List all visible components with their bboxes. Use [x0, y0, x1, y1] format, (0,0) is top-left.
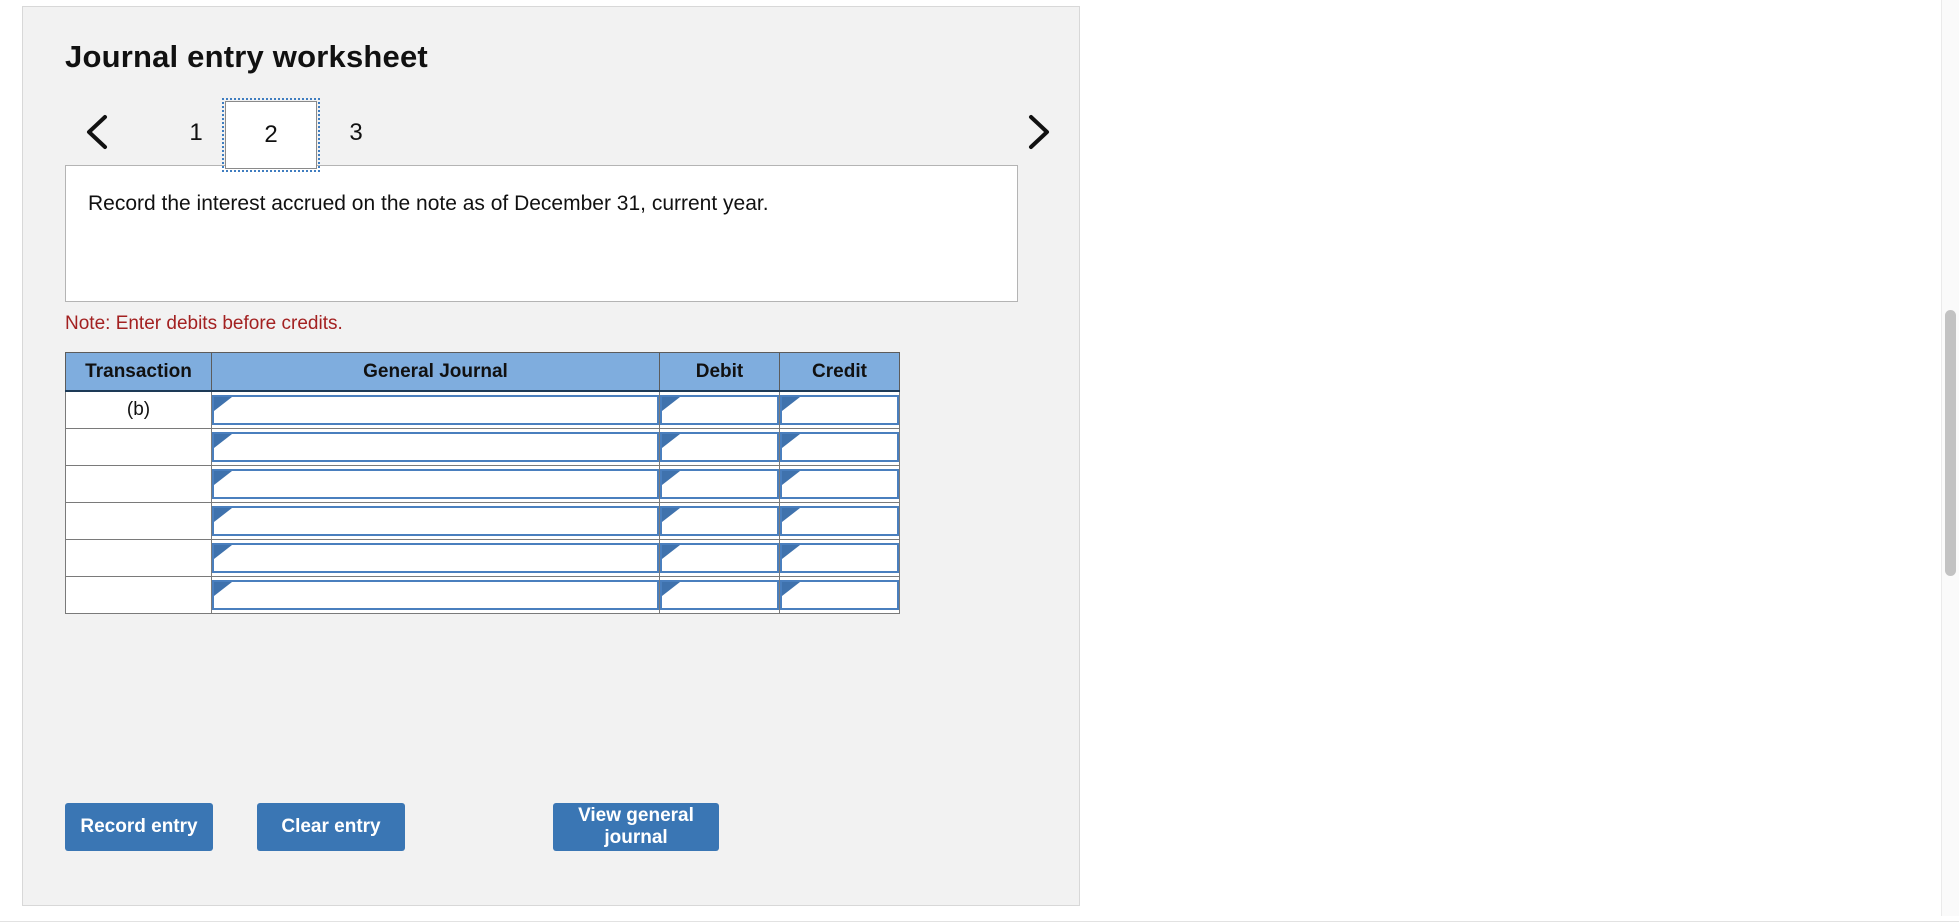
column-header-debit: Debit — [659, 352, 780, 392]
general-journal-field-cell — [211, 428, 660, 466]
table-row — [65, 465, 900, 503]
clear-entry-button[interactable]: Clear entry — [257, 803, 405, 851]
journal-entry-worksheet-panel: Journal entry worksheet 1 2 3 Record the… — [22, 6, 1080, 906]
table-row: (b) — [65, 390, 900, 429]
page-title: Journal entry worksheet — [65, 39, 428, 74]
general-journal-field-cell — [211, 539, 660, 577]
transaction-cell — [65, 428, 212, 466]
page-scrollbar-thumb[interactable] — [1945, 310, 1956, 576]
credit-field-cell — [779, 539, 900, 577]
debit-field[interactable] — [660, 469, 779, 499]
general-journal-field-cell — [211, 390, 660, 429]
debit-field[interactable] — [660, 432, 779, 462]
credit-field[interactable] — [780, 543, 899, 573]
credit-field[interactable] — [780, 580, 899, 610]
journal-entry-table: Transaction General Journal Debit Credit… — [65, 352, 900, 614]
page-scrollbar-track[interactable] — [1941, 0, 1959, 916]
debit-field[interactable] — [660, 580, 779, 610]
chevron-left-icon[interactable] — [77, 109, 121, 155]
credit-field-cell — [779, 465, 900, 503]
column-header-credit: Credit — [779, 352, 900, 392]
page-root: Journal entry worksheet 1 2 3 Record the… — [0, 0, 1959, 922]
view-general-journal-button[interactable]: View general journal — [553, 803, 719, 851]
debit-field[interactable] — [660, 506, 779, 536]
debit-field-cell — [659, 428, 780, 466]
general-journal-field[interactable] — [212, 469, 659, 499]
general-journal-field-cell — [211, 502, 660, 540]
transaction-description-text: Record the interest accrued on the note … — [88, 192, 769, 215]
general-journal-field[interactable] — [212, 506, 659, 536]
debit-field-cell — [659, 539, 780, 577]
credit-field-cell — [779, 502, 900, 540]
general-journal-field-cell — [211, 465, 660, 503]
general-journal-field[interactable] — [212, 395, 659, 425]
credit-field-cell — [779, 576, 900, 614]
pager-tab-1[interactable]: 1 — [165, 105, 227, 161]
credit-field-cell — [779, 390, 900, 429]
debit-field[interactable] — [660, 543, 779, 573]
credit-field-cell — [779, 428, 900, 466]
table-row — [65, 539, 900, 577]
table-header-row: Transaction General Journal Debit Credit — [65, 352, 900, 392]
record-entry-button[interactable]: Record entry — [65, 803, 213, 851]
debit-field-cell — [659, 390, 780, 429]
transaction-cell: (b) — [65, 390, 212, 429]
transaction-cell — [65, 539, 212, 577]
pager-tab-2[interactable]: 2 — [222, 98, 320, 172]
journal-table-body: (b) — [65, 390, 900, 614]
transaction-cell — [65, 465, 212, 503]
general-journal-field[interactable] — [212, 580, 659, 610]
general-journal-field-cell — [211, 576, 660, 614]
transaction-cell — [65, 502, 212, 540]
column-header-transaction: Transaction — [65, 352, 212, 392]
debits-before-credits-note: Note: Enter debits before credits. — [65, 313, 343, 334]
transaction-cell — [65, 576, 212, 614]
debit-field[interactable] — [660, 395, 779, 425]
credit-field[interactable] — [780, 506, 899, 536]
credit-field[interactable] — [780, 469, 899, 499]
debit-field-cell — [659, 576, 780, 614]
table-row — [65, 428, 900, 466]
worksheet-pager: 1 2 3 — [53, 98, 1053, 172]
debit-field-cell — [659, 465, 780, 503]
credit-field[interactable] — [780, 395, 899, 425]
chevron-right-icon[interactable] — [1015, 109, 1059, 155]
credit-field[interactable] — [780, 432, 899, 462]
column-header-general-journal: General Journal — [211, 352, 660, 392]
debit-field-cell — [659, 502, 780, 540]
table-row — [65, 576, 900, 614]
transaction-description-box: Record the interest accrued on the note … — [65, 165, 1018, 302]
general-journal-field[interactable] — [212, 432, 659, 462]
table-row — [65, 502, 900, 540]
pager-tab-3[interactable]: 3 — [325, 105, 387, 161]
general-journal-field[interactable] — [212, 543, 659, 573]
